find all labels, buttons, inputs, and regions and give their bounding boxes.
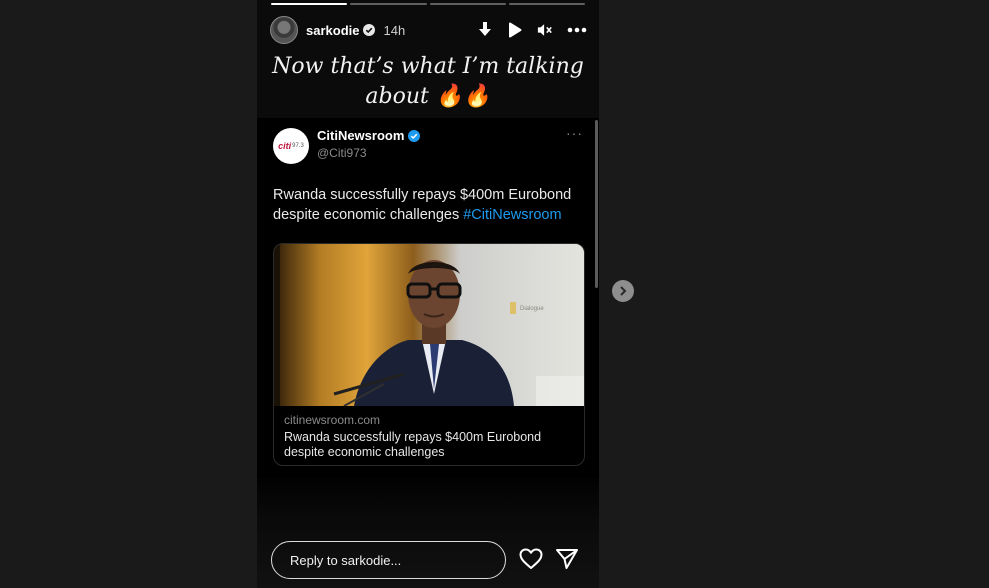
card-domain: citinewsroom.com [284,413,381,427]
progress-segment [271,3,348,5]
caption-line: about 🔥🔥 [365,84,491,109]
tweet-text: Rwanda successfully repays $400m Eurobon… [273,185,575,225]
logo-text: citi [278,141,292,151]
article-photo: Dialogue [274,244,584,406]
caption-line: Now that’s what I’m talking [272,54,584,79]
verified-badge-icon [408,129,421,142]
link-card[interactable]: Dialogue citinewsroom.com Rwanda success… [273,243,585,466]
next-story-button[interactable] [612,280,634,302]
download-icon[interactable] [477,22,493,38]
reply-input[interactable] [271,541,506,579]
chevron-right-icon [620,286,627,296]
play-icon[interactable] [507,22,523,38]
tweet-more-icon[interactable]: ··· [566,126,583,140]
tweet-author-handle: @Citi973 [317,146,367,160]
embedded-tweet[interactable]: citi 97.3 CitiNewsroom @Citi973 ··· Rwand… [257,118,599,478]
verified-badge-icon [363,24,376,36]
story-header: sarkodie 14h [270,16,587,44]
progress-segment [350,3,427,5]
story-progress-bar [271,3,585,5]
more-icon[interactable] [567,22,587,38]
story-caption: Now that’s what I’m talking about 🔥🔥 [257,52,599,112]
hashtag-link[interactable]: #CitiNewsroom [463,207,561,223]
avatar[interactable] [270,16,298,44]
mute-icon[interactable] [537,22,553,38]
tweet-avatar-logo: citi 97.3 [273,128,309,164]
send-icon[interactable] [555,548,579,570]
card-title: Rwanda successfully repays $400m Eurobon… [284,430,542,459]
svg-text:Dialogue: Dialogue [520,306,544,312]
progress-segment [508,3,585,5]
tweet-author-name: CitiNewsroom [317,128,405,143]
logo-sub: 97.3 [292,143,304,149]
story-viewer: sarkodie 14h Now that’s what I’m talking… [257,0,599,588]
scrollbar[interactable] [595,120,598,288]
story-time: 14h [383,22,406,38]
progress-segment [429,3,506,5]
story-username[interactable]: sarkodie [306,23,359,38]
like-heart-icon[interactable] [519,548,543,570]
